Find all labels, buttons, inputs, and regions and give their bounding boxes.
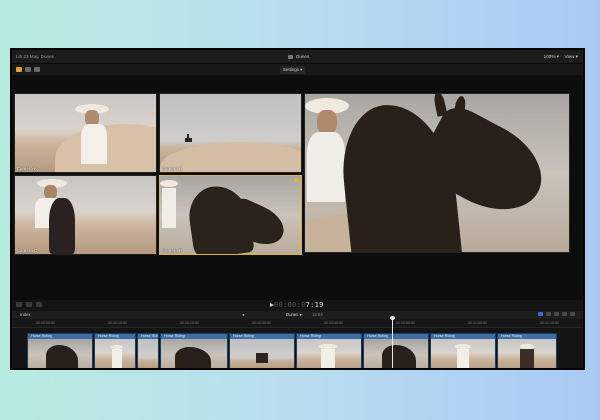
timeline-clip[interactable]: Horse Riding [137,333,159,368]
clip-thumbnail [230,339,294,368]
cowgirl-on-horse-thumb [15,176,156,254]
clip-thumbnail [138,339,158,368]
ruler-tick: 00:00:50:00 [396,321,415,325]
timeline-back-button[interactable]: ◂ [242,312,244,318]
clip-thumbnail [431,339,495,368]
trim-tool-icon[interactable] [26,302,32,307]
timeline-header: Index ◂ Dunes ▾ 15:54 [12,311,583,319]
project-name: Dunes [296,54,310,59]
snapping-icon[interactable] [562,312,567,316]
transport-bar: 00:00:07:19 [12,300,583,310]
ruler-tick: 00:00:10:00 [108,321,127,325]
clip-thumbnail [28,339,92,368]
main-viewer[interactable] [304,93,570,253]
angle-cell-b[interactable]: Camera B [159,93,302,173]
library-icon[interactable] [16,67,22,72]
clip-thumbnail [95,339,135,368]
library-label[interactable]: Lib 23 May, Dunes [16,54,54,59]
view-menu[interactable]: View ▾ [565,54,578,60]
angle-cell-c[interactable]: Camera C [14,175,157,255]
settings-menu[interactable]: Settings ▾ [280,66,306,74]
fcp-window: Lib 23 May, Dunes Dunes 100% ▾ View ▾ Se… [10,48,585,370]
timeline-project-menu[interactable]: Dunes ▾ [286,312,302,318]
timeline-clip[interactable]: Horse Riding [430,333,496,368]
ruler-tick: 00:01:00:00 [468,321,487,325]
timecode-prefix: 00:00:0 [274,301,306,309]
viewer-area: Camera A Camera B Camera C Camera D [12,75,583,305]
timecode-display[interactable]: 00:00:07:19 [274,301,324,309]
zoom-menu[interactable]: 100% ▾ [544,54,559,60]
timeline-duration: 15:54 [312,312,323,317]
horse-closeup-preview [305,94,569,252]
timeline-clip[interactable]: Horse Riding [160,333,228,368]
horse-closeup-thumb [160,176,301,254]
angle-label: Camera D [162,248,183,253]
titles-icon[interactable] [34,67,40,72]
film-icon [288,54,293,59]
timeline-clip[interactable]: Horse Riding [296,333,362,368]
project-title[interactable]: Dunes [288,54,309,59]
primary-storyline: Horse Riding Horse Riding Horse Riding H… [27,333,572,368]
timeline-clip[interactable]: Horse Riding [229,333,295,368]
ruler-tick: 00:00:20:00 [180,321,199,325]
angle-label: Camera B [162,166,183,171]
timeline-clip[interactable]: Horse Riding [363,333,429,368]
view-options-icon[interactable] [36,302,42,307]
angle-label: Camera C [17,248,38,253]
active-angle-marker-icon [295,178,299,182]
top-bar: Lib 23 May, Dunes Dunes 100% ▾ View ▾ [12,50,583,64]
timecode-value: 7:19 [305,301,324,309]
timeline-clip[interactable]: Horse Riding [27,333,93,368]
rider-on-dune-thumb [160,94,301,172]
select-tool-icon[interactable] [16,302,22,307]
playhead[interactable] [390,316,395,368]
index-button[interactable]: Index [20,312,31,317]
clip-thumbnail [161,339,227,368]
audio-skimming-icon[interactable] [546,312,551,316]
photos-icon[interactable] [25,67,31,72]
viewer-toolbar: Settings ▾ [12,64,583,75]
clip-thumbnail [498,339,556,368]
skimming-icon[interactable] [538,312,543,316]
cowgirl-closeup-thumb [15,94,156,172]
solo-icon[interactable] [554,312,559,316]
angle-label: Camera A [17,166,37,171]
clip-thumbnail [364,339,428,368]
ruler-tick: 00:01:10:00 [540,321,559,325]
ruler-tick: 00:00:40:00 [324,321,343,325]
timeline-clip[interactable]: Horse Riding [94,333,136,368]
timeline-clip[interactable]: Horse Riding [497,333,557,368]
clip-appearance-icon[interactable] [570,312,575,316]
timeline-ruler[interactable]: 00:00:00:00 00:00:10:00 00:00:20:00 00:0… [12,319,583,328]
angle-cell-d[interactable]: Camera D [159,175,302,255]
clip-thumbnail [297,339,361,368]
ruler-tick: 00:00:30:00 [252,321,271,325]
angle-cell-a[interactable]: Camera A [14,93,157,173]
ruler-tick: 00:00:00:00 [36,321,55,325]
